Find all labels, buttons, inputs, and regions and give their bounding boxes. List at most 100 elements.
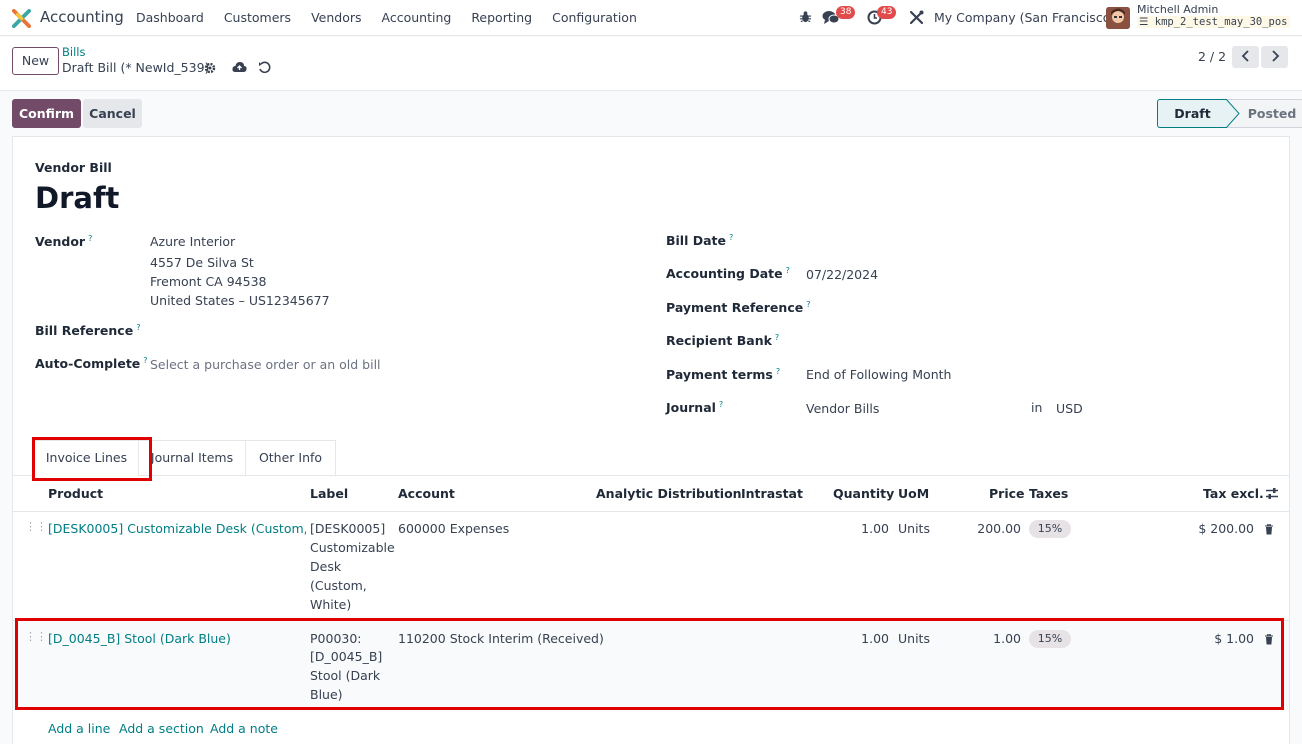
new-button[interactable]: New	[12, 47, 59, 75]
top-navbar: Accounting Dashboard Customers Vendors A…	[0, 0, 1302, 36]
menu-vendors[interactable]: Vendors	[311, 10, 361, 25]
activity-count-badge: 43	[877, 6, 897, 19]
col-taxes[interactable]: Taxes	[1029, 486, 1068, 501]
chat-count-badge: 38	[836, 6, 856, 19]
recipient-bank-label-text: Recipient Bank	[666, 333, 772, 349]
help-marker[interactable]: ?	[775, 333, 779, 342]
payment-terms-input[interactable]: End of Following Month	[806, 367, 951, 382]
payment-reference-input[interactable]	[806, 300, 1276, 318]
journal-label: Journal?	[666, 400, 723, 415]
row-label-line[interactable]: (Custom,	[310, 576, 367, 595]
row-account[interactable]: 600000 Expenses	[398, 519, 509, 538]
bill-date-input[interactable]	[806, 233, 1276, 251]
menu-dashboard[interactable]: Dashboard	[136, 10, 204, 25]
col-intrastat[interactable]: Intrastat	[741, 486, 803, 501]
chevron-right-icon	[1271, 50, 1279, 62]
bug-icon[interactable]	[799, 10, 812, 24]
add-section-link[interactable]: Add a section	[119, 721, 204, 736]
accounting-date-label: Accounting Date?	[666, 266, 790, 281]
auto-complete-label-text: Auto-Complete	[35, 356, 141, 372]
accounting-date-label-text: Accounting Date	[666, 266, 783, 282]
recipient-bank-input[interactable]	[806, 333, 1276, 351]
help-marker[interactable]: ?	[143, 356, 147, 365]
database-name-text: kmp_2_test_may_30_pos	[1154, 16, 1288, 28]
chevron-left-icon	[1241, 50, 1249, 62]
menu-reporting[interactable]: Reporting	[471, 10, 532, 25]
gear-icon[interactable]	[204, 62, 216, 74]
accounting-date-input[interactable]: 07/22/2024	[806, 267, 878, 282]
payment-terms-label: Payment terms?	[666, 367, 780, 382]
cancel-button[interactable]: Cancel	[83, 99, 142, 128]
help-marker[interactable]: ?	[88, 234, 92, 243]
row-quantity[interactable]: 1.00	[848, 519, 889, 538]
menu-configuration[interactable]: Configuration	[552, 10, 637, 25]
control-panel: New Bills Draft Bill (* NewId_539) 2 / 2	[0, 37, 1302, 91]
col-tax-excl[interactable]: Tax excl.	[1203, 486, 1264, 501]
col-price[interactable]: Price	[989, 486, 1025, 501]
col-quantity[interactable]: Quantity	[833, 486, 894, 501]
company-switcher[interactable]: My Company (San Francisco)	[934, 10, 1115, 25]
drag-handle-icon[interactable]: ⋮⋮	[25, 521, 47, 532]
pager-value[interactable]: 2 / 2	[1198, 49, 1226, 64]
help-marker[interactable]: ?	[729, 233, 733, 242]
row-label-line[interactable]: [DESK0005]	[310, 519, 385, 538]
col-analytic-distribution[interactable]: Analytic Distribution	[596, 486, 742, 501]
pager-next-button[interactable]	[1261, 46, 1288, 68]
row-subtotal: $ 200.00	[1198, 521, 1254, 536]
confirm-button[interactable]: Confirm	[12, 99, 81, 128]
auto-complete-input[interactable]: Select a purchase order or an old bill	[150, 357, 381, 372]
bill-reference-label: Bill Reference?	[35, 323, 140, 338]
tools-icon[interactable]	[909, 10, 924, 25]
tab-journal-items[interactable]: Journal Items	[139, 440, 246, 476]
bill-reference-input[interactable]	[150, 323, 620, 341]
status-draft[interactable]: Draft	[1157, 99, 1227, 128]
help-marker[interactable]: ?	[136, 323, 140, 332]
col-label[interactable]: Label	[310, 486, 348, 501]
highlight-stool-row	[15, 618, 1284, 710]
currency-input[interactable]: USD	[1056, 401, 1083, 416]
payment-reference-label: Payment Reference?	[666, 300, 810, 315]
help-marker[interactable]: ?	[776, 367, 780, 376]
row-tax-tag[interactable]: 15%	[1029, 520, 1071, 538]
help-marker[interactable]: ?	[719, 400, 723, 409]
row-label-line[interactable]: Desk	[310, 557, 341, 576]
col-account[interactable]: Account	[398, 486, 455, 501]
help-marker[interactable]: ?	[786, 266, 790, 275]
col-product[interactable]: Product	[48, 486, 103, 501]
breadcrumb-bills[interactable]: Bills	[62, 45, 85, 59]
main-menu: Dashboard Customers Vendors Accounting R…	[136, 10, 657, 25]
row-price[interactable]: 200.00	[960, 519, 1021, 538]
user-avatar[interactable]	[1106, 7, 1130, 29]
record-title: Draft Bill (* NewId_539)	[62, 60, 210, 75]
row-label-line[interactable]: Customizable	[310, 538, 395, 557]
vendor-name[interactable]: Azure Interior	[150, 234, 235, 249]
bill-date-label-text: Bill Date	[666, 233, 726, 249]
tab-other-info[interactable]: Other Info	[246, 440, 336, 476]
payment-reference-label-text: Payment Reference	[666, 300, 804, 316]
col-uom[interactable]: UoM	[898, 486, 929, 501]
vendor-city: Fremont CA 94538	[150, 274, 267, 289]
row-label-line[interactable]: White)	[310, 595, 351, 614]
vendor-country: United States – US12345677	[150, 293, 330, 308]
menu-accounting[interactable]: Accounting	[382, 10, 452, 25]
cloud-save-icon[interactable]	[232, 61, 247, 73]
column-settings-icon[interactable]	[1265, 487, 1279, 500]
trash-icon[interactable]	[1264, 524, 1274, 535]
document-title: Draft	[35, 181, 120, 215]
status-arrow	[1226, 99, 1240, 128]
highlight-invoice-lines-tab	[32, 437, 152, 481]
accounting-app-icon[interactable]	[12, 9, 31, 28]
app-name[interactable]: Accounting	[40, 8, 124, 26]
add-line-link[interactable]: Add a line	[48, 721, 110, 736]
journal-input[interactable]: Vendor Bills	[806, 401, 879, 416]
row-uom[interactable]: Units	[898, 519, 930, 538]
add-note-link[interactable]: Add a note	[210, 721, 278, 736]
row-product[interactable]: [DESK0005] Customizable Desk (Custom, Wh…	[48, 519, 306, 538]
user-name[interactable]: Mitchell Admin	[1137, 3, 1218, 16]
payment-terms-label-text: Payment terms	[666, 367, 773, 383]
menu-customers[interactable]: Customers	[224, 10, 291, 25]
document-type-label: Vendor Bill	[35, 160, 112, 175]
pager-previous-button[interactable]	[1232, 46, 1259, 68]
vendor-street: 4557 De Silva St	[150, 255, 254, 270]
discard-changes-icon[interactable]	[258, 61, 271, 74]
